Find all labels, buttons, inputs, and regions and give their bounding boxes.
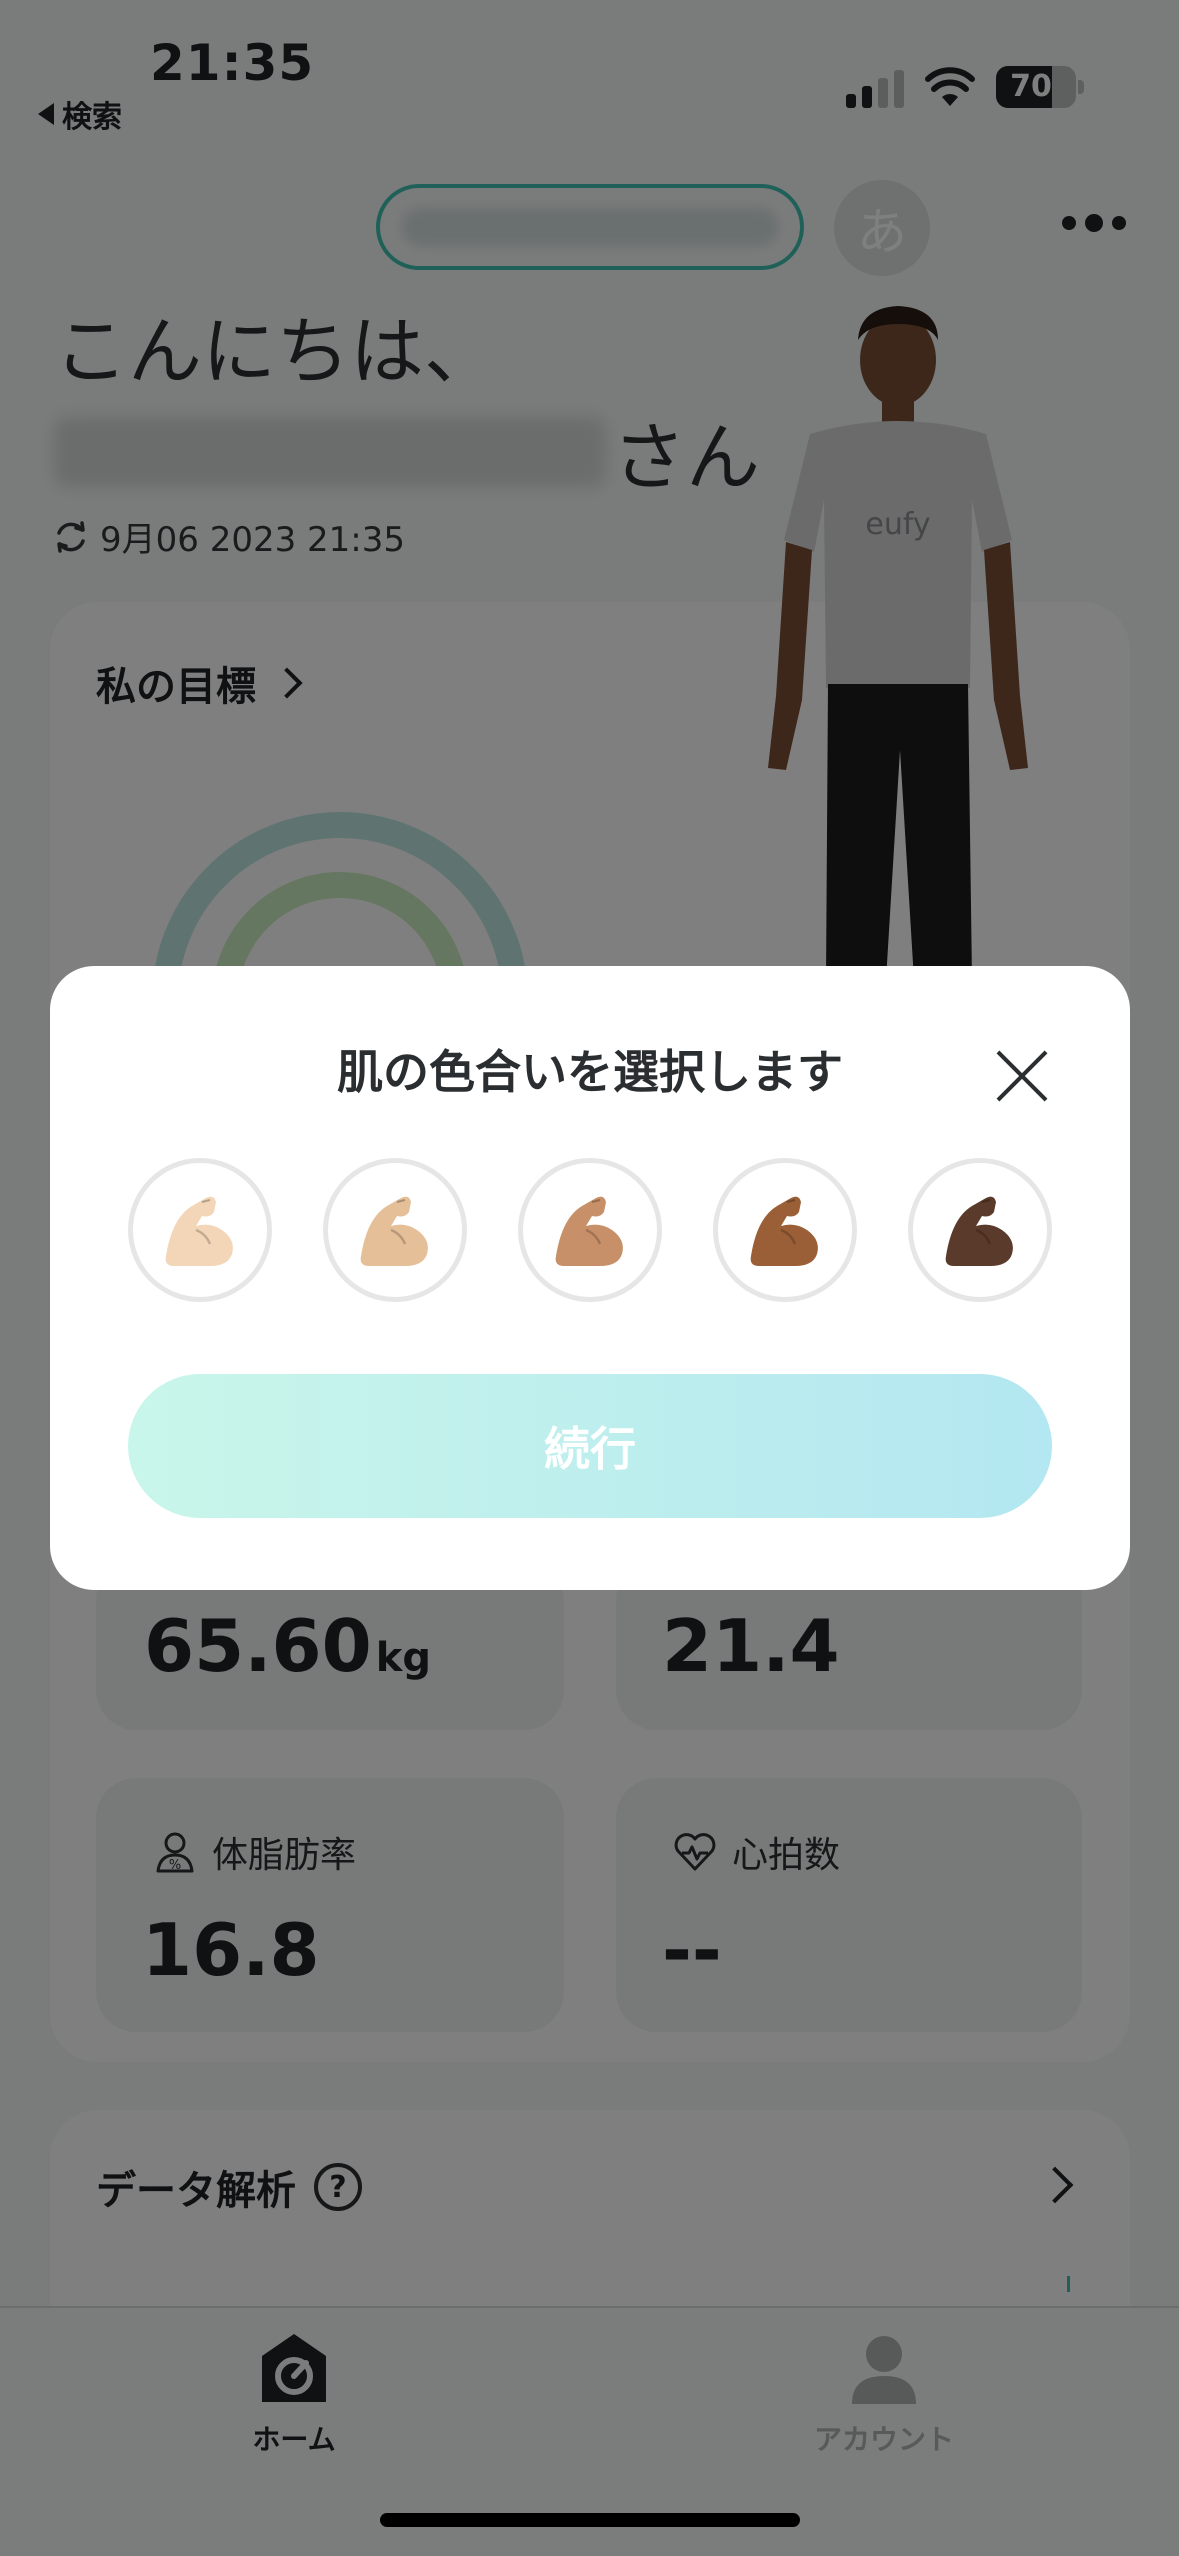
skin-tone-option-2[interactable] [323,1158,467,1302]
skin-tone-option-4[interactable] [713,1158,857,1302]
skin-tone-option-5[interactable] [908,1158,1052,1302]
continue-button[interactable]: 続行 [128,1374,1052,1518]
flexed-biceps-icon [555,1196,623,1266]
skin-tone-option-1[interactable] [128,1158,272,1302]
dialog-title: 肌の色合いを選択します [337,1045,843,1099]
flexed-biceps-icon [360,1196,428,1266]
close-icon[interactable] [994,1048,1050,1104]
skin-tone-options [128,1158,1052,1302]
skin-tone-dialog: 肌の色合いを選択します 続行 [50,966,1130,1590]
flexed-biceps-icon [750,1196,818,1266]
flexed-biceps-icon [945,1196,1013,1266]
app-screen: 21:35 検索 70 あ こんにちは、 さん 9月06 2023 21: [0,0,1179,2556]
flexed-biceps-icon [165,1196,233,1266]
skin-tone-option-3[interactable] [518,1158,662,1302]
